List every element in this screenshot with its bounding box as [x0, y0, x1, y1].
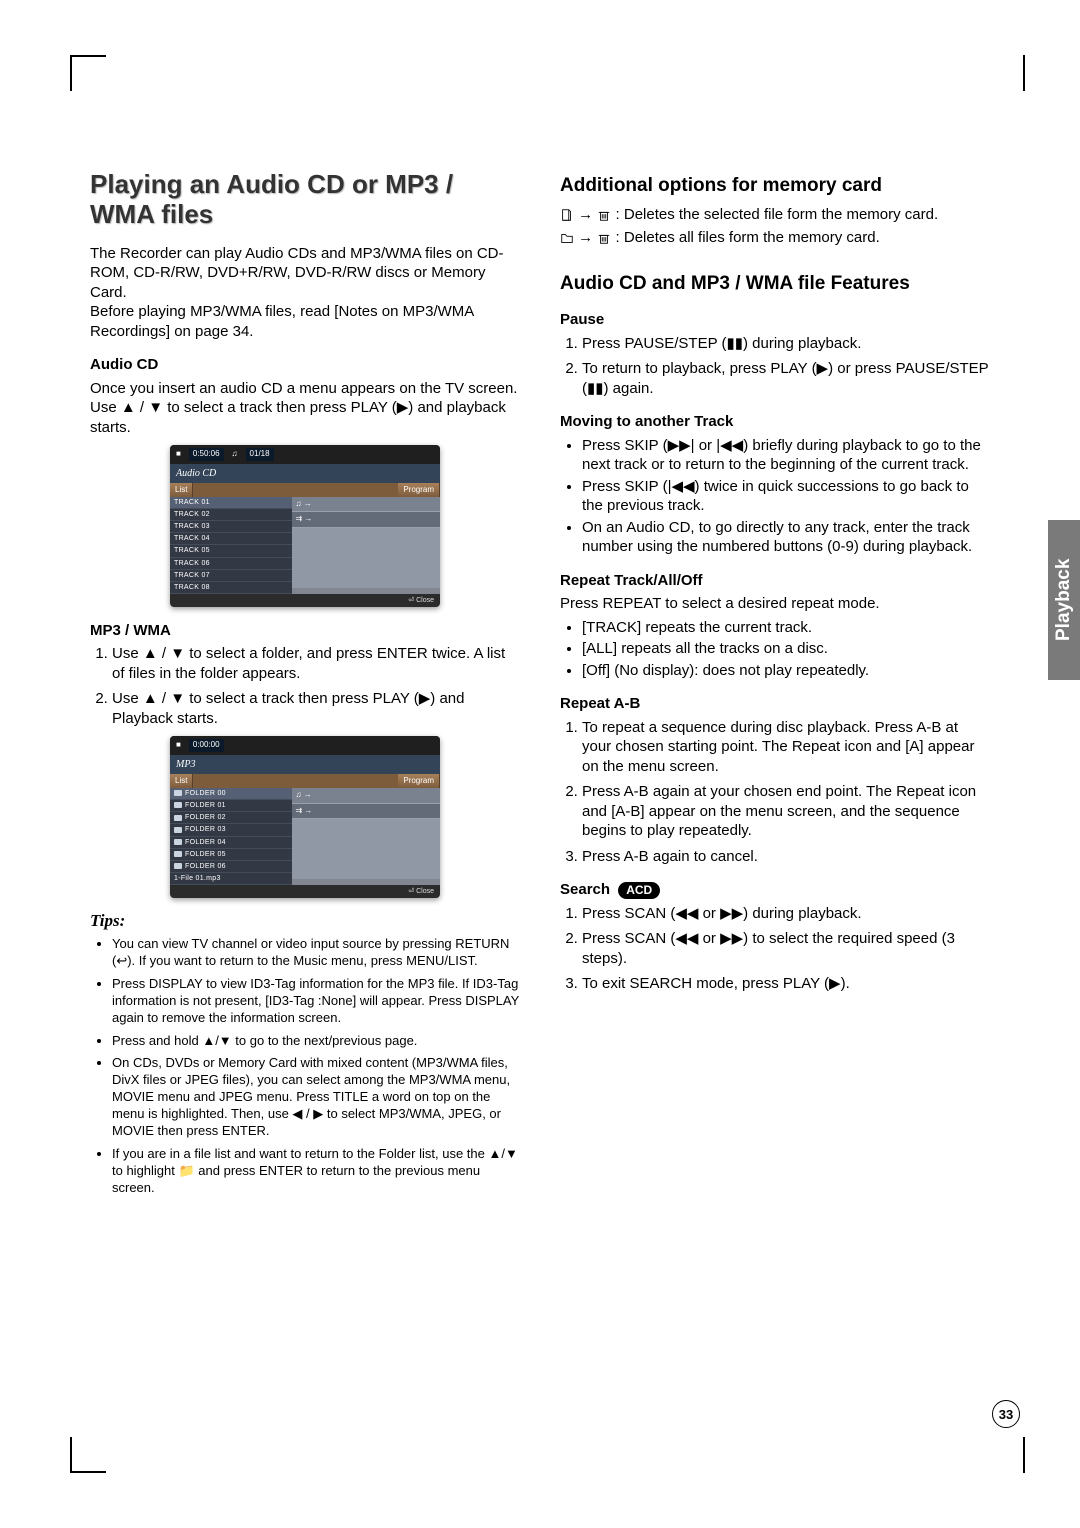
pause-heading: Pause: [560, 310, 990, 330]
fig2-tab-program: Program: [398, 774, 440, 788]
tip-item: Press DISPLAY to view ID3-Tag informatio…: [112, 976, 520, 1027]
repeat-intro: Press REPEAT to select a desired repeat …: [560, 594, 990, 614]
repeat-item: [ALL] repeats all the tracks on a disc.: [582, 639, 990, 659]
menu-row-play-icon: ♫ →: [292, 497, 441, 512]
acd-badge: ACD: [618, 882, 660, 900]
tip-item: On CDs, DVDs or Memory Card with mixed c…: [112, 1055, 520, 1139]
repeat-heading: Repeat Track/All/Off: [560, 571, 990, 591]
features-heading: Audio CD and MP3 / WMA file Features: [560, 272, 990, 297]
page-title: Playing an Audio CD or MP3 / WMA files: [90, 170, 520, 230]
mp3-step: Use ▲ / ▼ to select a folder, and press …: [112, 644, 520, 683]
fig2-time: 0:00:00: [189, 739, 224, 751]
fig2-tab-list: List: [170, 774, 193, 788]
pause-step: To return to playback, press PLAY (▶) or…: [582, 359, 990, 398]
folder-icon: [560, 231, 574, 245]
pause-step: Press PAUSE/STEP (▮▮) during playback.: [582, 334, 990, 354]
search-step: To exit SEARCH mode, press PLAY (▶).: [582, 974, 990, 994]
fig1-tab-list: List: [170, 483, 193, 497]
repeat-ab-heading: Repeat A-B: [560, 694, 990, 714]
menu-row-prog-icon: ⇉ →: [292, 512, 441, 527]
list-item: 1-File 01.mp3: [170, 873, 292, 885]
fig1-count: 01/18: [246, 448, 274, 460]
mem-item: → : Deletes all files form the memory ca…: [560, 228, 990, 248]
fig1-close: Close: [416, 597, 434, 604]
list-item: FOLDER 02: [170, 812, 292, 824]
section-tab: Playback: [1048, 520, 1080, 680]
list-item: TRACK 02: [170, 509, 292, 521]
memory-card-heading: Additional options for memory card: [560, 174, 990, 199]
audio-cd-text: Once you insert an audio CD a menu appea…: [90, 379, 520, 438]
mp3-heading: MP3 / WMA: [90, 621, 520, 641]
audio-cd-heading: Audio CD: [90, 355, 520, 375]
menu-row-play-icon: ♫ →: [292, 788, 441, 803]
fig2-close: Close: [416, 888, 434, 895]
list-item: FOLDER 00: [170, 788, 292, 800]
tip-item: Press and hold ▲/▼ to go to the next/pre…: [112, 1033, 520, 1050]
ab-step: Press A-B again at your chosen end point…: [582, 782, 990, 841]
fig1-title: Audio CD: [170, 464, 440, 483]
repeat-item: [Off] (No display): does not play repeat…: [582, 661, 990, 681]
fig1-tab-program: Program: [398, 483, 440, 497]
right-column: Additional options for memory card → : D…: [560, 170, 990, 1398]
move-item: On an Audio CD, to go directly to any tr…: [582, 518, 990, 557]
menu-row-prog-icon: ⇉ →: [292, 804, 441, 819]
tip-item: If you are in a file list and want to re…: [112, 1146, 520, 1197]
list-item: TRACK 06: [170, 558, 292, 570]
left-column: Playing an Audio CD or MP3 / WMA files T…: [90, 170, 520, 1398]
list-item: TRACK 01: [170, 497, 292, 509]
trash-icon: [597, 208, 611, 222]
tip-item: You can view TV channel or video input s…: [112, 936, 520, 970]
repeat-item: [TRACK] repeats the current track.: [582, 618, 990, 638]
list-item: FOLDER 04: [170, 837, 292, 849]
page-number: 33: [992, 1400, 1020, 1428]
fig1-time: 0:50:06: [189, 448, 224, 460]
list-item: FOLDER 06: [170, 861, 292, 873]
move-item: Press SKIP (|◀◀) twice in quick successi…: [582, 477, 990, 516]
list-item: FOLDER 03: [170, 824, 292, 836]
list-item: FOLDER 05: [170, 849, 292, 861]
trash-icon: [597, 231, 611, 245]
move-heading: Moving to another Track: [560, 412, 990, 432]
move-item: Press SKIP (▶▶| or |◀◀) briefly during p…: [582, 436, 990, 475]
ab-step: To repeat a sequence during disc playbac…: [582, 718, 990, 777]
file-icon: [560, 208, 574, 222]
list-item: TRACK 08: [170, 582, 292, 594]
list-item: TRACK 03: [170, 521, 292, 533]
mp3-screenshot: ■ 0:00:00 MP3 List Program FOLDER 00 FOL…: [170, 736, 440, 898]
search-step: Press SCAN (◀◀ or ▶▶) during playback.: [582, 904, 990, 924]
list-item: TRACK 07: [170, 570, 292, 582]
list-item: FOLDER 01: [170, 800, 292, 812]
intro-text: The Recorder can play Audio CDs and MP3/…: [90, 244, 520, 342]
tips-heading: Tips:: [90, 910, 520, 932]
audio-cd-screenshot: ■ 0:50:06 ♫ 01/18 Audio CD List Program …: [170, 445, 440, 607]
mem-item: → : Deletes the selected file form the m…: [560, 205, 990, 225]
search-heading: Search ACD: [560, 880, 990, 900]
list-item: TRACK 05: [170, 545, 292, 557]
fig2-title: MP3: [170, 755, 440, 774]
ab-step: Press A-B again to cancel.: [582, 847, 990, 867]
search-step: Press SCAN (◀◀ or ▶▶) to select the requ…: [582, 929, 990, 968]
mp3-step: Use ▲ / ▼ to select a track then press P…: [112, 689, 520, 728]
list-item: TRACK 04: [170, 533, 292, 545]
